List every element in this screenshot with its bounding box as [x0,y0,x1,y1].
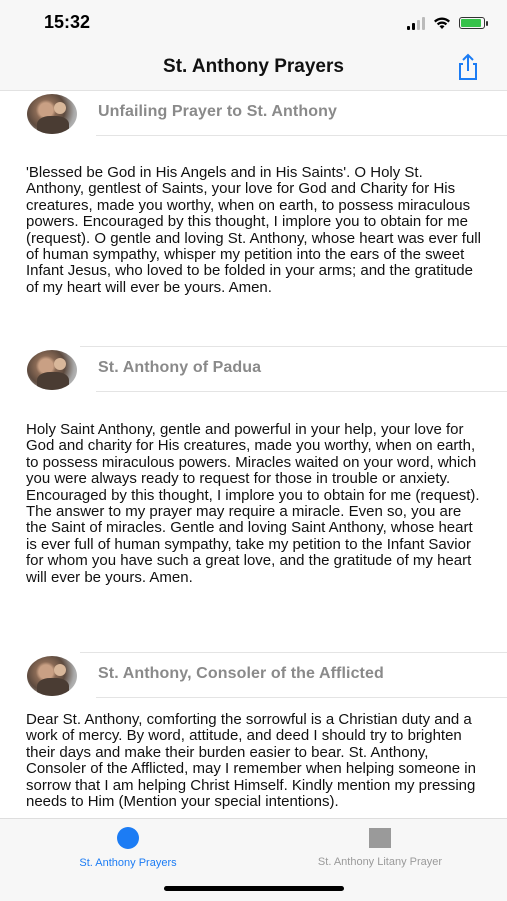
prayer-section-unfailing[interactable]: Unfailing Prayer to St. Anthony 'Blessed… [0,90,507,296]
section-title: St. Anthony of Padua [98,359,262,376]
tab-label: St. Anthony Prayers [79,857,177,869]
signal-icon [407,16,425,30]
tab-st-anthony-litany-prayer[interactable]: St. Anthony Litany Prayer [280,819,480,879]
prayer-text: Dear St. Anthony, comforting the sorrowf… [26,711,476,811]
section-header: St. Anthony of Padua [0,346,507,394]
saint-avatar [27,94,77,134]
tab-label: St. Anthony Litany Prayer [317,856,443,868]
circle-icon [117,827,139,849]
section-title: Unfailing Prayer to St. Anthony [98,103,337,120]
square-icon [369,828,391,848]
saint-avatar [27,656,77,696]
section-header: St. Anthony, Consoler of the Afflicted [0,652,507,700]
wifi-icon [434,17,450,29]
section-header: Unfailing Prayer to St. Anthony [0,90,507,138]
status-icons [407,14,488,32]
prayer-section-padua[interactable]: St. Anthony of Padua Holy Saint Anthony,… [0,346,507,585]
prayer-text: Holy Saint Anthony, gentle and powerful … [26,421,480,586]
status-bar: 15:32 [0,0,507,48]
home-indicator [164,886,344,891]
saint-avatar [27,350,77,390]
prayer-list[interactable]: Unfailing Prayer to St. Anthony 'Blessed… [0,90,507,818]
section-title: St. Anthony, Consoler of the Afflicted [98,665,384,682]
battery-icon [459,17,488,29]
share-icon[interactable] [453,52,483,82]
prayer-section-consoler[interactable]: St. Anthony, Consoler of the Afflicted D… [0,652,507,810]
prayer-text: 'Blessed be God in His Angels and in His… [26,164,481,296]
status-time: 15:32 [44,12,91,32]
tab-st-anthony-prayers[interactable]: St. Anthony Prayers [30,819,226,879]
page-title: St. Anthony Prayers [163,56,344,77]
navigation-bar: St. Anthony Prayers [0,48,507,91]
